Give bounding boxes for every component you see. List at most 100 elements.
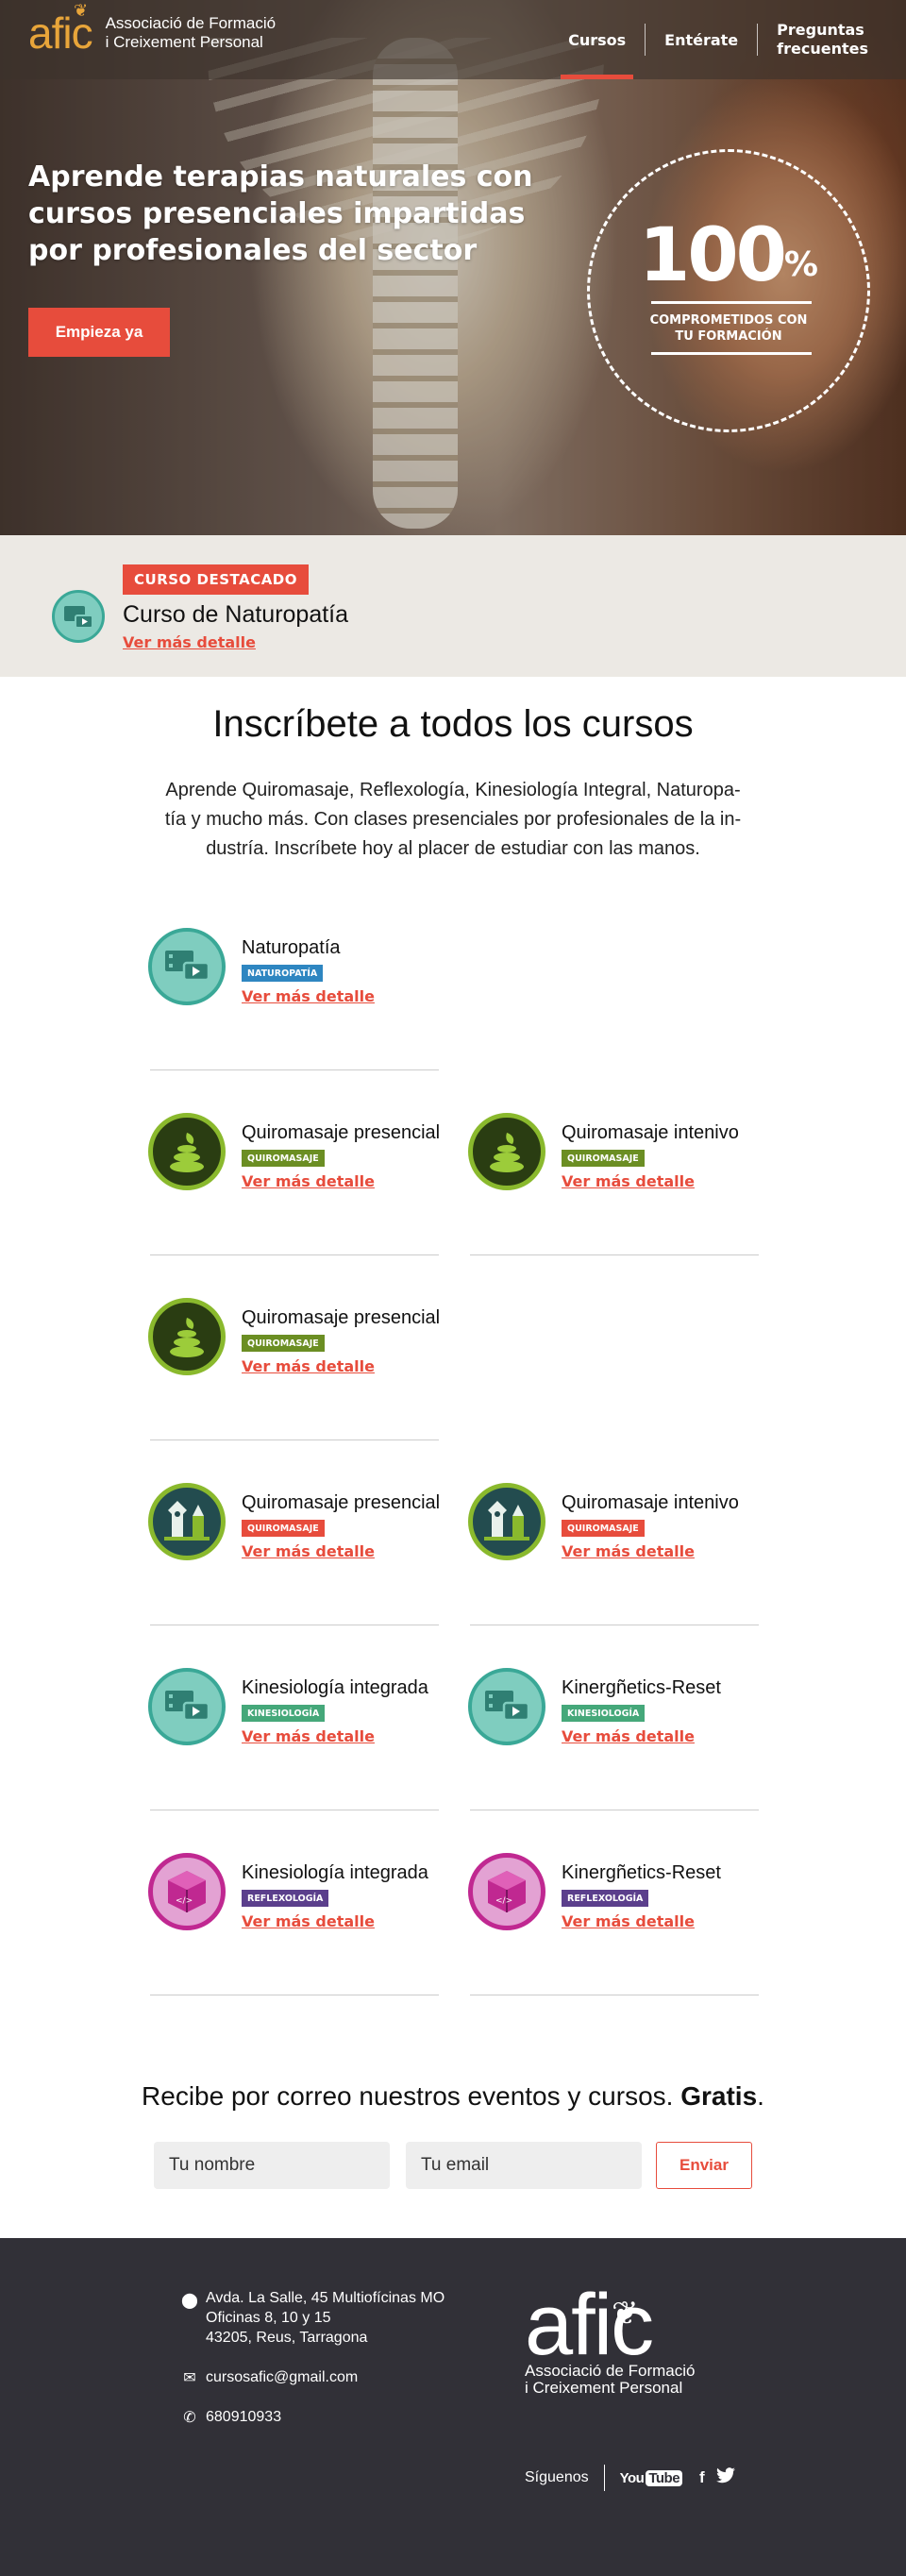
footer-logo[interactable]: afic ❦ Associació de Formació i Creixemen… (525, 2277, 695, 2397)
location-pin-icon: ⬤ (181, 2293, 198, 2309)
course-name: Naturopatía (242, 937, 341, 958)
course-name: Quiromasaje intenivo (562, 1492, 739, 1513)
course-name: Kinesiología integrada (242, 1862, 428, 1883)
footer-address: Avda. La Salle, 45 Multiofícinas MO Ofic… (206, 2290, 445, 2346)
course-detail-link[interactable]: Ver más detalle (562, 1172, 695, 1190)
main-nav: Cursos Entérate Preguntas frecuentes (549, 0, 887, 79)
site-logo[interactable]: afic ❦ Associació de Formació i Creixemen… (28, 1, 277, 58)
course-card[interactable]: Quiromasaje presencial QUIROMASAJE Ver más… (148, 1255, 450, 1440)
featured-course-title: Curso de Naturopatía (123, 601, 349, 628)
hero-title: Aprende terapias naturales con cursos pr… (28, 160, 533, 267)
course-card[interactable]: Kinergñetics-Reset KINESIOLOGÍA Ver más de… (468, 1625, 770, 1810)
badge-divider-top (651, 301, 812, 304)
course-detail-link[interactable]: Ver más detalle (242, 1912, 375, 1930)
video-icon (148, 1668, 226, 1745)
featured-course-detail-link[interactable]: Ver más detalle (123, 633, 256, 651)
follow-divider (603, 2465, 605, 2491)
badge-divider-bottom (651, 352, 812, 355)
stones-icon (148, 1298, 226, 1375)
video-icon (148, 928, 226, 1005)
course-detail-link[interactable]: Ver más detalle (242, 1172, 375, 1190)
start-now-button[interactable]: Empieza ya (28, 308, 170, 357)
address-row: ⬤ (181, 2291, 206, 2310)
commitment-badge: 100% COMPROMETIDOS CON TU FORMACIÓN (587, 149, 870, 432)
course-category-tag: REFLEXOLOGÍA (562, 1890, 649, 1907)
course-name: Kinesiología integrada (242, 1677, 428, 1698)
footer-email[interactable]: cursosafic@gmail.com (206, 2369, 358, 2386)
nav-item-preguntas-frecuentes[interactable]: Preguntas frecuentes (758, 0, 887, 79)
footer-email-row[interactable]: ✉ cursosafic@gmail.com (181, 2368, 358, 2387)
course-category-tag: QUIROMASAJE (562, 1520, 645, 1537)
box-icon: </> (468, 1853, 545, 1930)
site-footer: ⬤ Avda. La Salle, 45 Multiofícinas MO Of… (0, 2238, 906, 2576)
follow-label: Síguenos (525, 2469, 589, 2485)
course-category-tag: KINESIOLOGÍA (242, 1705, 326, 1722)
course-name: Quiromasaje intenivo (562, 1122, 739, 1143)
nav-item-cursos[interactable]: Cursos (549, 0, 645, 79)
courses-section-description: Aprende Quiromasaje, Reflexología, Kines… (164, 780, 742, 859)
course-divider (470, 1254, 759, 1255)
course-category-tag: QUIROMASAJE (562, 1150, 645, 1167)
course-category-tag: REFLEXOLOGÍA (242, 1890, 329, 1907)
course-name: Quiromasaje presencial (242, 1307, 441, 1328)
butterfly-icon: ❦ (74, 1, 88, 20)
video-icon (52, 590, 105, 643)
course-detail-link[interactable]: Ver más detalle (562, 1727, 695, 1745)
send-button[interactable]: Enviar (656, 2142, 752, 2189)
badge-value: 100% (639, 213, 818, 298)
video-icon (468, 1668, 545, 1745)
course-detail-link[interactable]: Ver más detalle (242, 1727, 375, 1745)
course-card[interactable]: Quiromasaje presencial QUIROMASAJE Ver más… (148, 1070, 450, 1255)
envelope-icon: ✉ (183, 2370, 196, 2386)
hero-section: afic ❦ Associació de Formació i Creixemen… (0, 0, 906, 535)
course-name: Kinergñetics-Reset (562, 1677, 721, 1698)
course-name: Quiromasaje presencial (242, 1492, 441, 1513)
facebook-icon[interactable]: f (699, 2468, 705, 2487)
featured-course: CURSO DESTACADO Curso de Naturopatía Ver… (0, 535, 906, 677)
course-detail-link[interactable]: Ver más detalle (562, 1912, 695, 1930)
course-card[interactable]: Quiromasaje presencial QUIROMASAJE Ver más… (148, 1440, 450, 1625)
nav-item-enterate[interactable]: Entérate (646, 0, 757, 79)
footer-logo-mark: afic ❦ (525, 2277, 654, 2373)
twitter-icon[interactable] (715, 2467, 735, 2488)
social-follow: Síguenos You Tube f (525, 2465, 741, 2491)
course-detail-link[interactable]: Ver más detalle (562, 1542, 695, 1560)
youtube-icon[interactable]: You Tube (620, 2469, 683, 2486)
stones-icon (148, 1113, 226, 1190)
course-category-tag: NATUROPATÍA (242, 965, 324, 982)
pen-icon (468, 1483, 545, 1560)
course-card[interactable]: Quiromasaje intenivo QUIROMASAJE Ver más d… (468, 1440, 770, 1625)
course-card[interactable]: </> Kinergñetics-Reset REFLEXOLOGÍA Ver más… (468, 1810, 770, 1995)
course-detail-link[interactable]: Ver más detalle (242, 1542, 375, 1560)
course-card[interactable]: Kinesiología integrada KINESIOLOGÍA Ver má… (148, 1625, 450, 1810)
course-card[interactable]: Quiromasaje intenivo QUIROMASAJE Ver más d… (468, 1070, 770, 1255)
name-input[interactable] (154, 2142, 390, 2189)
top-navigation-bar: afic ❦ Associació de Formació i Creixemen… (0, 0, 906, 79)
footer-phone-row[interactable]: ✆ 680910933 (181, 2408, 281, 2427)
course-name: Kinergñetics-Reset (562, 1862, 721, 1883)
email-input[interactable] (406, 2142, 642, 2189)
course-detail-link[interactable]: Ver más detalle (242, 987, 375, 1005)
course-category-tag: KINESIOLOGÍA (562, 1705, 646, 1722)
courses-section-title: Inscríbete a todos los cursos (212, 703, 694, 745)
course-card[interactable]: </> Kinesiología integrada REFLEXOLOGÍA Ver… (148, 1810, 450, 1995)
stones-icon (468, 1113, 545, 1190)
logo-mark: afic ❦ (28, 1, 93, 58)
featured-course-tag: CURSO DESTACADO (123, 564, 310, 595)
phone-icon: ✆ (183, 2410, 196, 2426)
course-name: Quiromasaje presencial (242, 1122, 441, 1143)
course-category-tag: QUIROMASAJE (242, 1520, 325, 1537)
newsletter-title: Recibe por correo nuestros eventos y cur… (142, 2081, 764, 2111)
svg-text:</>: </> (176, 1896, 193, 1906)
course-category-tag: QUIROMASAJE (242, 1335, 325, 1352)
course-category-tag: QUIROMASAJE (242, 1150, 325, 1167)
butterfly-icon: ❦ (612, 2296, 638, 2332)
footer-phone[interactable]: 680910933 (206, 2409, 281, 2426)
course-card[interactable]: Naturopatía NATUROPATÍA Ver más detalle (148, 885, 450, 1070)
pen-icon (148, 1483, 226, 1560)
badge-text: COMPROMETIDOS CON TU FORMACIÓN (649, 313, 808, 344)
course-detail-link[interactable]: Ver más detalle (242, 1357, 375, 1375)
box-icon: </> (148, 1853, 226, 1930)
svg-text:</>: </> (495, 1896, 512, 1906)
logo-text: Associació de Formació i Creixement Pers… (105, 14, 277, 51)
